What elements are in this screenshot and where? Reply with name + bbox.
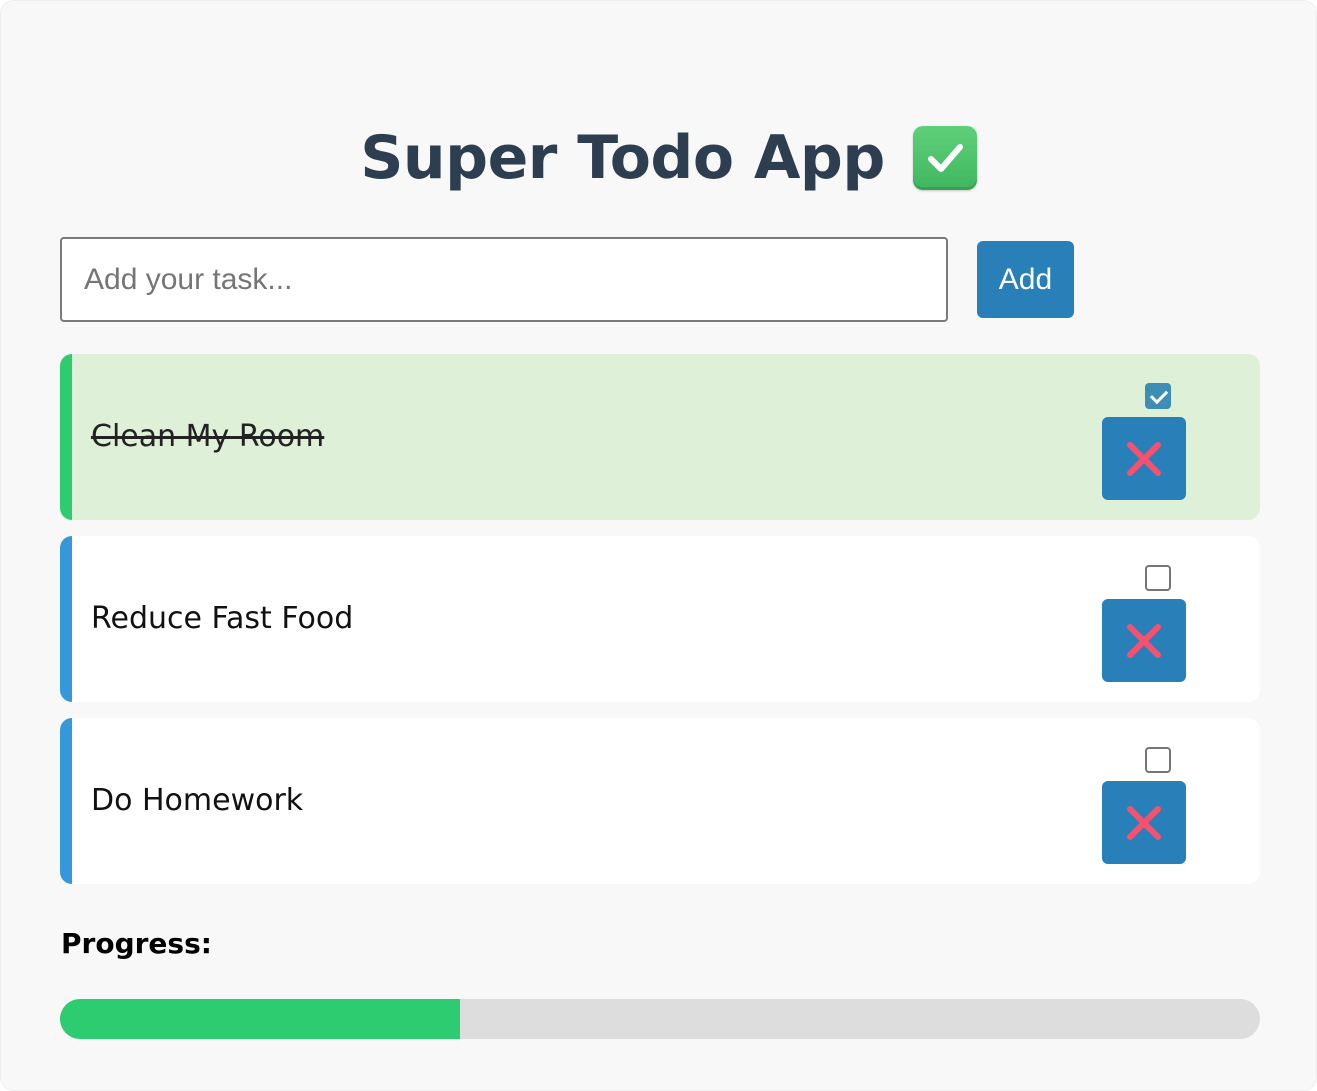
header: Super Todo App [1, 113, 1317, 203]
delete-button[interactable] [1102, 781, 1186, 864]
todo-item: Do Homework [60, 718, 1260, 884]
todo-checkbox[interactable] [1145, 383, 1171, 409]
add-button[interactable]: Add [977, 241, 1074, 318]
cross-mark-icon [1127, 805, 1161, 840]
cross-mark-icon [1127, 623, 1161, 658]
cross-mark-icon [1127, 441, 1161, 476]
task-input[interactable] [60, 237, 948, 322]
todo-text: Do Homework [91, 783, 304, 818]
delete-button[interactable] [1102, 599, 1186, 682]
todo-text: Clean My Room [91, 419, 325, 454]
app-container: Super Todo App Add Clean My Room Reduce … [0, 0, 1317, 1091]
todo-text: Reduce Fast Food [91, 601, 354, 636]
check-mark-button-icon [912, 126, 977, 190]
progress-label: Progress: [61, 927, 212, 960]
todo-checkbox[interactable] [1145, 747, 1171, 773]
todo-item: Clean My Room [60, 354, 1260, 520]
delete-button[interactable] [1102, 417, 1186, 500]
todo-checkbox[interactable] [1145, 565, 1171, 591]
todo-item: Reduce Fast Food [60, 536, 1260, 702]
page-title: Super Todo App [360, 123, 885, 193]
progress-fill [60, 999, 460, 1039]
progress-bar [60, 999, 1260, 1039]
